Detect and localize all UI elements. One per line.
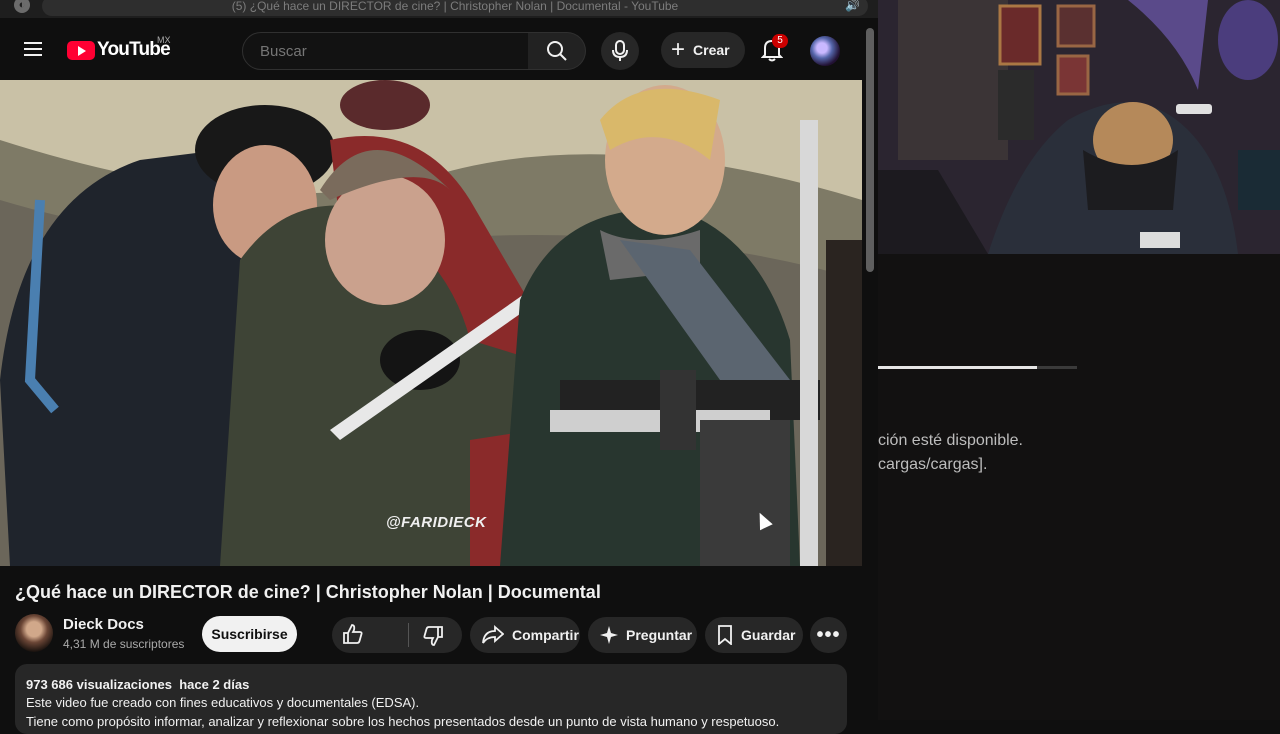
create-label: Crear bbox=[693, 42, 730, 58]
tab-title: (5) ¿Qué hace un DIRECTOR de cine? | Chr… bbox=[231, 0, 679, 13]
ask-label: Preguntar bbox=[626, 627, 693, 643]
video-player[interactable]: @FARIDIECK bbox=[0, 80, 862, 566]
dislike-button[interactable] bbox=[422, 625, 452, 649]
like-dislike-group bbox=[332, 617, 462, 653]
ask-button[interactable]: Preguntar bbox=[588, 617, 697, 653]
more-actions-button[interactable]: ••• bbox=[810, 617, 847, 653]
more-icon: ••• bbox=[816, 624, 841, 646]
share-icon bbox=[482, 625, 504, 644]
video-frame-image bbox=[0, 80, 862, 566]
view-count: 973 686 visualizaciones bbox=[26, 677, 172, 692]
status-message-line2: cargas/cargas]. bbox=[878, 456, 988, 473]
search-input[interactable] bbox=[258, 42, 512, 61]
bookmark-icon bbox=[718, 625, 732, 645]
save-label: Guardar bbox=[741, 627, 796, 643]
account-avatar[interactable] bbox=[810, 36, 840, 66]
status-message-line1: ción esté disponible. bbox=[878, 432, 1023, 449]
dislike-icon bbox=[423, 626, 443, 646]
like-icon bbox=[343, 624, 363, 644]
search-icon bbox=[547, 41, 567, 61]
sparkle-icon bbox=[600, 626, 618, 644]
page-scrollbar[interactable] bbox=[866, 28, 874, 272]
description-stats: 973 686 visualizaciones hace 2 días bbox=[26, 677, 249, 692]
webcam-image bbox=[878, 0, 1280, 254]
description-line-1: Este video fue creado con fines educativ… bbox=[26, 695, 420, 710]
secondary-window: ción esté disponible. cargas/cargas]. bbox=[878, 254, 1280, 720]
subscribe-button[interactable]: Suscribirse bbox=[202, 616, 297, 652]
search-box bbox=[242, 32, 530, 70]
youtube-header: YouTube MX + Crear 5 bbox=[0, 18, 878, 80]
youtube-logo[interactable]: YouTube bbox=[67, 39, 171, 60]
description-box[interactable]: 973 686 visualizaciones hace 2 días Este… bbox=[15, 664, 847, 734]
like-divider bbox=[408, 623, 409, 647]
webcam-overlay bbox=[878, 0, 1280, 254]
browser-app-icon[interactable]: ◐ bbox=[14, 0, 30, 13]
description-line-2: Tiene como propósito informar, analizar … bbox=[26, 714, 780, 729]
save-button[interactable]: Guardar bbox=[705, 617, 803, 653]
loading-progress-bar bbox=[878, 366, 1077, 369]
share-label: Compartir bbox=[512, 627, 579, 643]
subscriber-count: 4,31 M de suscriptores bbox=[63, 637, 185, 651]
notifications-button[interactable]: 5 bbox=[754, 32, 790, 68]
voice-search-button[interactable] bbox=[601, 32, 639, 70]
create-button[interactable]: + Crear bbox=[661, 32, 745, 68]
channel-name[interactable]: Dieck Docs bbox=[63, 616, 144, 633]
share-button[interactable]: Compartir bbox=[470, 617, 580, 653]
region-code: MX bbox=[157, 35, 171, 45]
youtube-play-logo-icon bbox=[67, 40, 95, 60]
menu-icon[interactable] bbox=[24, 42, 42, 56]
like-button[interactable] bbox=[342, 623, 402, 647]
channel-avatar[interactable] bbox=[15, 614, 53, 652]
loading-progress-fill bbox=[878, 366, 1038, 369]
notification-badge: 5 bbox=[772, 34, 788, 48]
search-button[interactable] bbox=[528, 32, 586, 70]
mic-icon bbox=[612, 40, 628, 61]
upload-age: hace 2 días bbox=[179, 677, 250, 692]
browser-tab[interactable]: (5) ¿Qué hace un DIRECTOR de cine? | Chr… bbox=[42, 0, 868, 16]
plus-icon: + bbox=[671, 36, 686, 63]
speaker-icon[interactable]: 🔊 bbox=[845, 0, 860, 12]
video-watermark: @FARIDIECK bbox=[386, 514, 487, 531]
video-title: ¿Qué hace un DIRECTOR de cine? | Christo… bbox=[15, 582, 601, 602]
browser-tab-strip: ◐ (5) ¿Qué hace un DIRECTOR de cine? | C… bbox=[0, 0, 878, 18]
